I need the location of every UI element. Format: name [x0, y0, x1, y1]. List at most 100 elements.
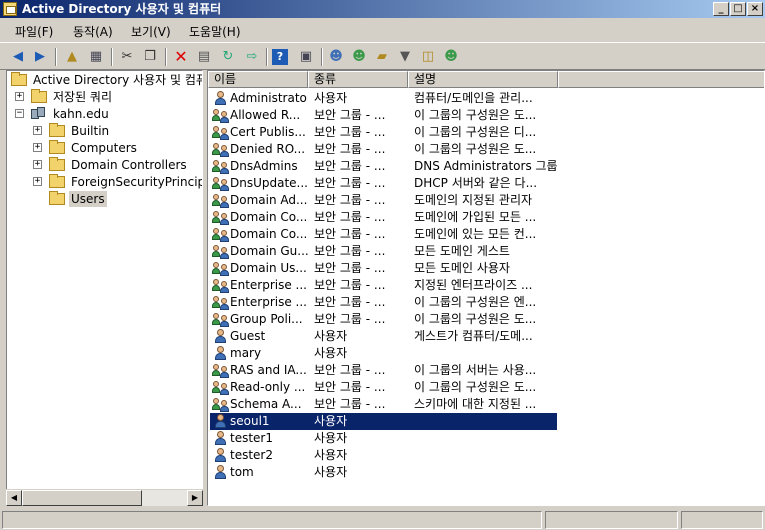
group-icon	[212, 176, 230, 191]
list-item[interactable]: Denied RO... 보안 그룹 - ... 이 그룹의 구성원은 도...	[210, 141, 557, 158]
cell-name: Enterprise ...	[230, 278, 307, 292]
list-item[interactable]: seoul1 사용자	[210, 413, 557, 430]
cell-type: 사용자	[314, 465, 348, 479]
list-item[interactable]: RAS and IA... 보안 그룹 - ... 이 그룹의 서버는 사용...	[210, 362, 557, 379]
show-console-tree-icon[interactable]: ▣	[296, 47, 316, 67]
list-item[interactable]: Group Poli... 보안 그룹 - ... 이 그룹의 구성원은 도...	[210, 311, 557, 328]
column-header-type[interactable]: 종류	[308, 71, 408, 88]
list-item[interactable]: DnsAdmins 보안 그룹 - ... DNS Administrators 그…	[210, 158, 557, 175]
list-item[interactable]: Enterprise ... 보안 그룹 - ... 지정된 엔터프라이즈 ...	[210, 277, 557, 294]
cut-icon[interactable]: ✂	[117, 47, 137, 67]
expand-icon[interactable]: +	[15, 92, 24, 101]
export-list-icon[interactable]: ⇨	[242, 47, 262, 67]
tree-item-saved-queries[interactable]: + 저장된 쿼리	[13, 89, 202, 105]
toolbar-separator	[321, 48, 323, 66]
maximize-button[interactable]: □	[730, 2, 746, 16]
cell-desc: DNS Administrators 그룹	[414, 159, 557, 173]
list-item[interactable]: Domain Us... 보안 그룹 - ... 모든 도메인 사용자	[210, 260, 557, 277]
tree-item-computers[interactable]: + Computers	[31, 140, 202, 156]
cell-name: Administrator	[230, 91, 308, 105]
up-folder-icon[interactable]: ▲	[62, 47, 82, 67]
cell-desc: 이 그룹의 구성원은 디...	[414, 125, 537, 139]
close-button[interactable]: ×	[747, 2, 763, 16]
list-item[interactable]: DnsUpdate... 보안 그룹 - ... DHCP 서버와 같은 다...	[210, 175, 557, 192]
column-header-description[interactable]: 설명	[408, 71, 558, 88]
tree-item-label: Builtin	[71, 124, 110, 138]
cell-name: Domain Us...	[230, 261, 307, 275]
list-item[interactable]: Domain Co... 보안 그룹 - ... 도메인에 가입된 모든 ...	[210, 209, 557, 226]
refresh-icon[interactable]: ↻	[218, 47, 238, 67]
list-item[interactable]: Domain Gu... 보안 그룹 - ... 모든 도메인 게스트	[210, 243, 557, 260]
cell-desc: 이 그룹의 구성원은 도...	[414, 108, 537, 122]
cell-type: 보안 그룹 - ...	[314, 125, 386, 139]
properties-icon[interactable]: ▤	[194, 47, 214, 67]
folder-icon	[31, 89, 47, 103]
cell-type: 보안 그룹 - ...	[314, 397, 386, 411]
tree-item-domain[interactable]: − kahn.edu	[13, 106, 202, 122]
list-item[interactable]: tom 사용자	[210, 464, 557, 481]
menu-file[interactable]: 파일(F)	[15, 23, 53, 40]
delete-icon[interactable]: ✕	[171, 47, 191, 67]
find-icon[interactable]: ◫	[418, 47, 438, 67]
new-ou-icon[interactable]: ▰	[372, 47, 392, 67]
scroll-right-icon[interactable]: ▶	[187, 490, 203, 506]
scroll-thumb[interactable]	[22, 490, 142, 506]
tree-root-label: Active Directory 사용자 및 컴퓨터 [	[33, 73, 202, 87]
list-item[interactable]: Domain Co... 보안 그룹 - ... 도메인에 있는 모든 컨...	[210, 226, 557, 243]
menu-view[interactable]: 보기(V)	[131, 23, 171, 40]
cell-desc: 스키마에 대한 지정된 ...	[414, 397, 537, 411]
cell-desc: 컴퓨터/도메인을 관리...	[414, 91, 533, 105]
list-item[interactable]: Allowed R... 보안 그룹 - ... 이 그룹의 구성원은 도...	[210, 107, 557, 124]
group-icon	[212, 142, 230, 157]
group-icon	[212, 108, 230, 123]
tree-horizontal-scrollbar[interactable]: ◀ ▶	[6, 489, 203, 506]
scroll-left-icon[interactable]: ◀	[6, 490, 22, 506]
minimize-button[interactable]: _	[713, 2, 729, 16]
cell-name: Domain Co...	[230, 227, 308, 241]
new-group-icon[interactable]: ☻	[349, 47, 369, 67]
list-item[interactable]: Domain Ad... 보안 그룹 - ... 도메인의 지정된 관리자	[210, 192, 557, 209]
list-item[interactable]: Guest 사용자 게스트가 컴퓨터/도메...	[210, 328, 557, 345]
list-item[interactable]: mary 사용자	[210, 345, 557, 362]
new-user-icon[interactable]: ☻	[326, 47, 346, 67]
tree-item-foreign-security-principals[interactable]: + ForeignSecurityPrincipals	[31, 174, 202, 190]
list-item[interactable]: tester1 사용자	[210, 430, 557, 447]
cell-type: 보안 그룹 - ...	[314, 261, 386, 275]
expand-icon[interactable]: +	[33, 160, 42, 169]
list-item[interactable]: Cert Publis... 보안 그룹 - ... 이 그룹의 구성원은 디...	[210, 124, 557, 141]
back-icon[interactable]: ◀	[8, 47, 28, 67]
tree-item-users[interactable]: Users	[31, 191, 202, 207]
cell-name: seoul1	[230, 414, 270, 428]
show-hide-tree-icon[interactable]: ▦	[86, 47, 106, 67]
list-item[interactable]: Administrator 사용자 컴퓨터/도메인을 관리...	[210, 90, 557, 107]
list-item[interactable]: Read-only ... 보안 그룹 - ... 이 그룹의 구성원은 도...	[210, 379, 557, 396]
group-icon	[212, 193, 230, 208]
add-to-group-icon[interactable]: ☻	[441, 47, 461, 67]
copy-icon[interactable]: ❐	[140, 47, 160, 67]
console-tree[interactable]: Active Directory 사용자 및 컴퓨터 [ + 저장된 쿼리 − …	[6, 70, 203, 506]
folder-icon	[49, 191, 65, 205]
expand-icon[interactable]: +	[33, 126, 42, 135]
folder-icon	[49, 174, 65, 188]
cell-desc: 이 그룹의 구성원은 도...	[414, 142, 537, 156]
expand-icon[interactable]: +	[33, 177, 42, 186]
menu-help[interactable]: 도움말(H)	[189, 23, 241, 40]
list-item[interactable]: tester2 사용자	[210, 447, 557, 464]
cell-desc: DHCP 서버와 같은 다...	[414, 176, 538, 190]
help-icon[interactable]: ?	[272, 49, 288, 65]
tree-item-domain-controllers[interactable]: + Domain Controllers	[31, 157, 202, 173]
details-list[interactable]: 이름 종류 설명 Administrator 사용자 컴퓨터/도메인을 관리... A…	[207, 70, 765, 506]
toolbar-separator	[111, 48, 113, 66]
collapse-icon[interactable]: −	[15, 109, 24, 118]
menu-action[interactable]: 동작(A)	[73, 23, 113, 40]
forward-icon[interactable]: ▶	[30, 47, 50, 67]
tree-root[interactable]: Active Directory 사용자 및 컴퓨터 [	[11, 72, 202, 88]
cell-type: 보안 그룹 - ...	[314, 159, 386, 173]
expand-icon[interactable]: +	[33, 143, 42, 152]
list-item[interactable]: Enterprise ... 보안 그룹 - ... 이 그룹의 구성원은 엔...	[210, 294, 557, 311]
tree-item-builtin[interactable]: + Builtin	[31, 123, 202, 139]
column-header-name[interactable]: 이름	[208, 71, 308, 88]
user-icon	[213, 431, 229, 446]
filter-icon[interactable]: ▼	[395, 47, 415, 67]
list-item[interactable]: Schema A... 보안 그룹 - ... 스키마에 대한 지정된 ...	[210, 396, 557, 413]
